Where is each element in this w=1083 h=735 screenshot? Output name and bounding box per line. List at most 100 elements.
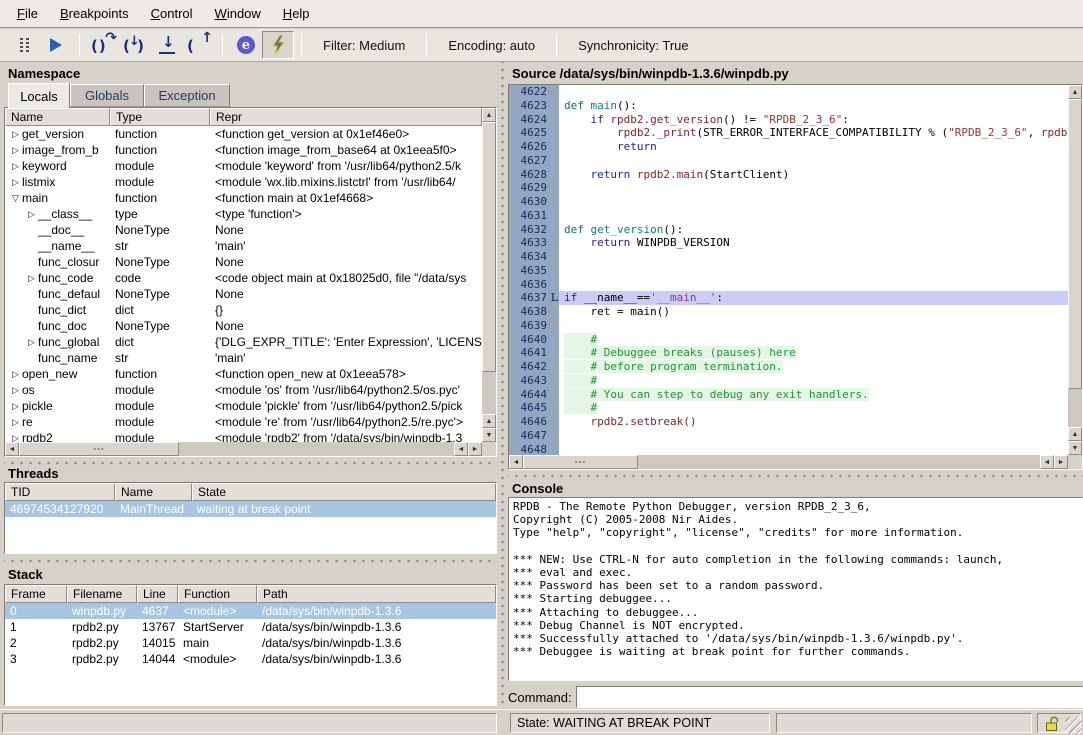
column-header-state[interactable]: State [192,483,496,501]
source-line[interactable]: 4634 [509,250,1068,264]
tab-exception[interactable]: Exception [144,84,230,107]
source-line[interactable]: 4647 [509,429,1068,443]
line-number[interactable]: 4625 [509,126,559,140]
expander-icon[interactable]: ▷ [9,129,22,140]
source-line[interactable]: 4637Lif __name__=='__main__': [509,291,1068,305]
namespace-row[interactable]: ▷func_codecode<code object main at 0x180… [5,270,482,286]
tab-globals[interactable]: Globals [70,84,144,107]
source-line[interactable]: 4643 # [509,374,1068,388]
expander-icon[interactable]: ▷ [9,417,22,428]
line-number[interactable]: 4632 [509,223,559,237]
source-hscrollbar[interactable]: ◄ ▪▪▪ ◄ ► [509,455,1068,469]
line-number[interactable]: 4623 [509,99,559,113]
source-line[interactable]: 4636 [509,278,1068,292]
namespace-row[interactable]: ▷open_newfunction<function open_new at 0… [5,366,482,382]
source-line[interactable]: 4639 [509,319,1068,333]
namespace-row[interactable]: ▷func_globaldict{'DLG_EXPR_TITLE': 'Ente… [5,334,482,350]
splitter-sash[interactable] [508,471,1083,480]
source-line[interactable]: 4627 [509,154,1068,168]
source-line[interactable]: 4622 [509,85,1068,99]
source-vscrollbar[interactable]: ▲ ▲ ▼ [1068,85,1082,455]
line-number[interactable]: 4639 [509,319,559,333]
line-number[interactable]: 4624 [509,113,559,127]
splitter-sash[interactable] [4,458,497,467]
stack-row[interactable]: 3rpdb2.py14044<module>/data/sys/bin/winp… [5,651,496,667]
line-number[interactable]: 4648 [509,443,559,456]
source-line[interactable]: 4624 if rpdb2.get_version() != "RPDB_2_3… [509,113,1068,127]
namespace-row[interactable]: ▷image_from_bfunction<function image_fro… [5,142,482,158]
line-number[interactable]: 4628 [509,168,559,182]
expander-icon[interactable]: ▷ [9,161,22,172]
menu-item-breakpoints[interactable]: Breakpoints [49,1,140,26]
line-number[interactable]: 4637L [509,291,559,305]
source-line[interactable]: 4635 [509,264,1068,278]
column-header-line[interactable]: Line [137,585,178,603]
line-number[interactable]: 4642 [509,360,559,374]
column-header-filename[interactable]: Filename [67,585,137,603]
command-input[interactable] [576,686,1083,708]
expander-icon[interactable]: ▷ [25,273,38,284]
line-number[interactable]: 4643 [509,374,559,388]
scroll-up-arrow[interactable]: ▲ [1068,85,1082,99]
column-header-name[interactable]: Name [5,108,110,126]
expander-icon[interactable]: ▽ [9,193,22,204]
namespace-row[interactable]: func_defaulNoneTypeNone [5,286,482,302]
source-line[interactable]: 4646 rpdb2.setbreak() [509,415,1068,429]
break-button[interactable] [8,31,40,59]
stack-row[interactable]: 1rpdb2.py13767StartServer/data/sys/bin/w… [5,619,496,635]
column-header-tid[interactable]: TID [5,483,115,501]
menu-item-file[interactable]: File [6,1,49,26]
namespace-row[interactable]: func_namestr'main' [5,350,482,366]
source-line[interactable]: 4628 return rpdb2.main(StartClient) [509,168,1068,182]
source-line[interactable]: 4623def main(): [509,99,1068,113]
source-line[interactable]: 4645 # [509,401,1068,415]
column-header-frame[interactable]: Frame [5,585,67,603]
scroll-left-arrow[interactable]: ◄ [454,442,468,456]
scroll-thumb[interactable]: ▪▪▪ [19,442,179,456]
namespace-row[interactable]: ▽mainfunction<function main at 0x1ef4668… [5,190,482,206]
expander-icon[interactable]: ▷ [9,401,22,412]
source-line[interactable]: 4630 [509,195,1068,209]
column-header-path[interactable]: Path [257,585,496,603]
scroll-up-arrow[interactable]: ▲ [1068,427,1082,441]
namespace-row[interactable]: ▷picklemodule<module 'pickle' from '/usr… [5,398,482,414]
source-line[interactable]: 4629 [509,181,1068,195]
scroll-left-arrow[interactable]: ◄ [5,442,19,456]
line-number[interactable]: 4647 [509,429,559,443]
expander-icon[interactable]: ▷ [9,145,22,156]
namespace-row[interactable]: __name__str'main' [5,238,482,254]
encoding-label[interactable]: Encoding: auto [434,38,549,53]
namespace-vscrollbar[interactable]: ▲ ▲ ▼ [482,108,496,442]
expander-icon[interactable]: ▷ [9,177,22,188]
scroll-left-arrow[interactable]: ◄ [509,455,523,469]
splitter-sash[interactable] [4,556,497,565]
step-return-button[interactable]: ↓ [151,31,183,59]
column-header-type[interactable]: Type [110,108,210,126]
line-number[interactable]: 4635 [509,264,559,278]
namespace-row[interactable]: func_dictdict{} [5,302,482,318]
line-number[interactable]: 4634 [509,250,559,264]
source-line[interactable]: 4631 [509,209,1068,223]
filter-label[interactable]: Filter: Medium [309,38,419,53]
stack-row[interactable]: 0winpdb.py4637<module>/data/sys/bin/winp… [5,603,496,619]
source-code[interactable]: 46224623def main():4624 if rpdb2.get_ver… [509,85,1068,455]
column-header-name[interactable]: Name [115,483,192,501]
namespace-row[interactable]: ▷get_versionfunction<function get_versio… [5,126,482,142]
line-number[interactable]: 4631 [509,209,559,223]
splitter-sash-vertical[interactable] [497,62,508,709]
line-number[interactable]: 4638 [509,305,559,319]
source-line[interactable]: 4648 [509,443,1068,456]
menu-item-window[interactable]: Window [204,1,272,26]
thread-row[interactable]: 46974534127920MainThreadwaiting at break… [5,501,496,517]
line-number[interactable]: 4629 [509,181,559,195]
line-number[interactable]: 4646 [509,415,559,429]
line-number[interactable]: 4630 [509,195,559,209]
scroll-left-arrow[interactable]: ◄ [1040,455,1054,469]
synchronicity-button[interactable] [262,31,294,59]
scroll-right-arrow[interactable]: ► [468,442,482,456]
step-into-button[interactable]: ( )↓ [119,31,151,59]
line-number[interactable]: 4626 [509,140,559,154]
scroll-thumb[interactable] [1068,99,1082,389]
scroll-thumb[interactable] [482,122,496,372]
namespace-hscrollbar[interactable]: ◄ ▪▪▪ ◄ ► [5,442,482,456]
